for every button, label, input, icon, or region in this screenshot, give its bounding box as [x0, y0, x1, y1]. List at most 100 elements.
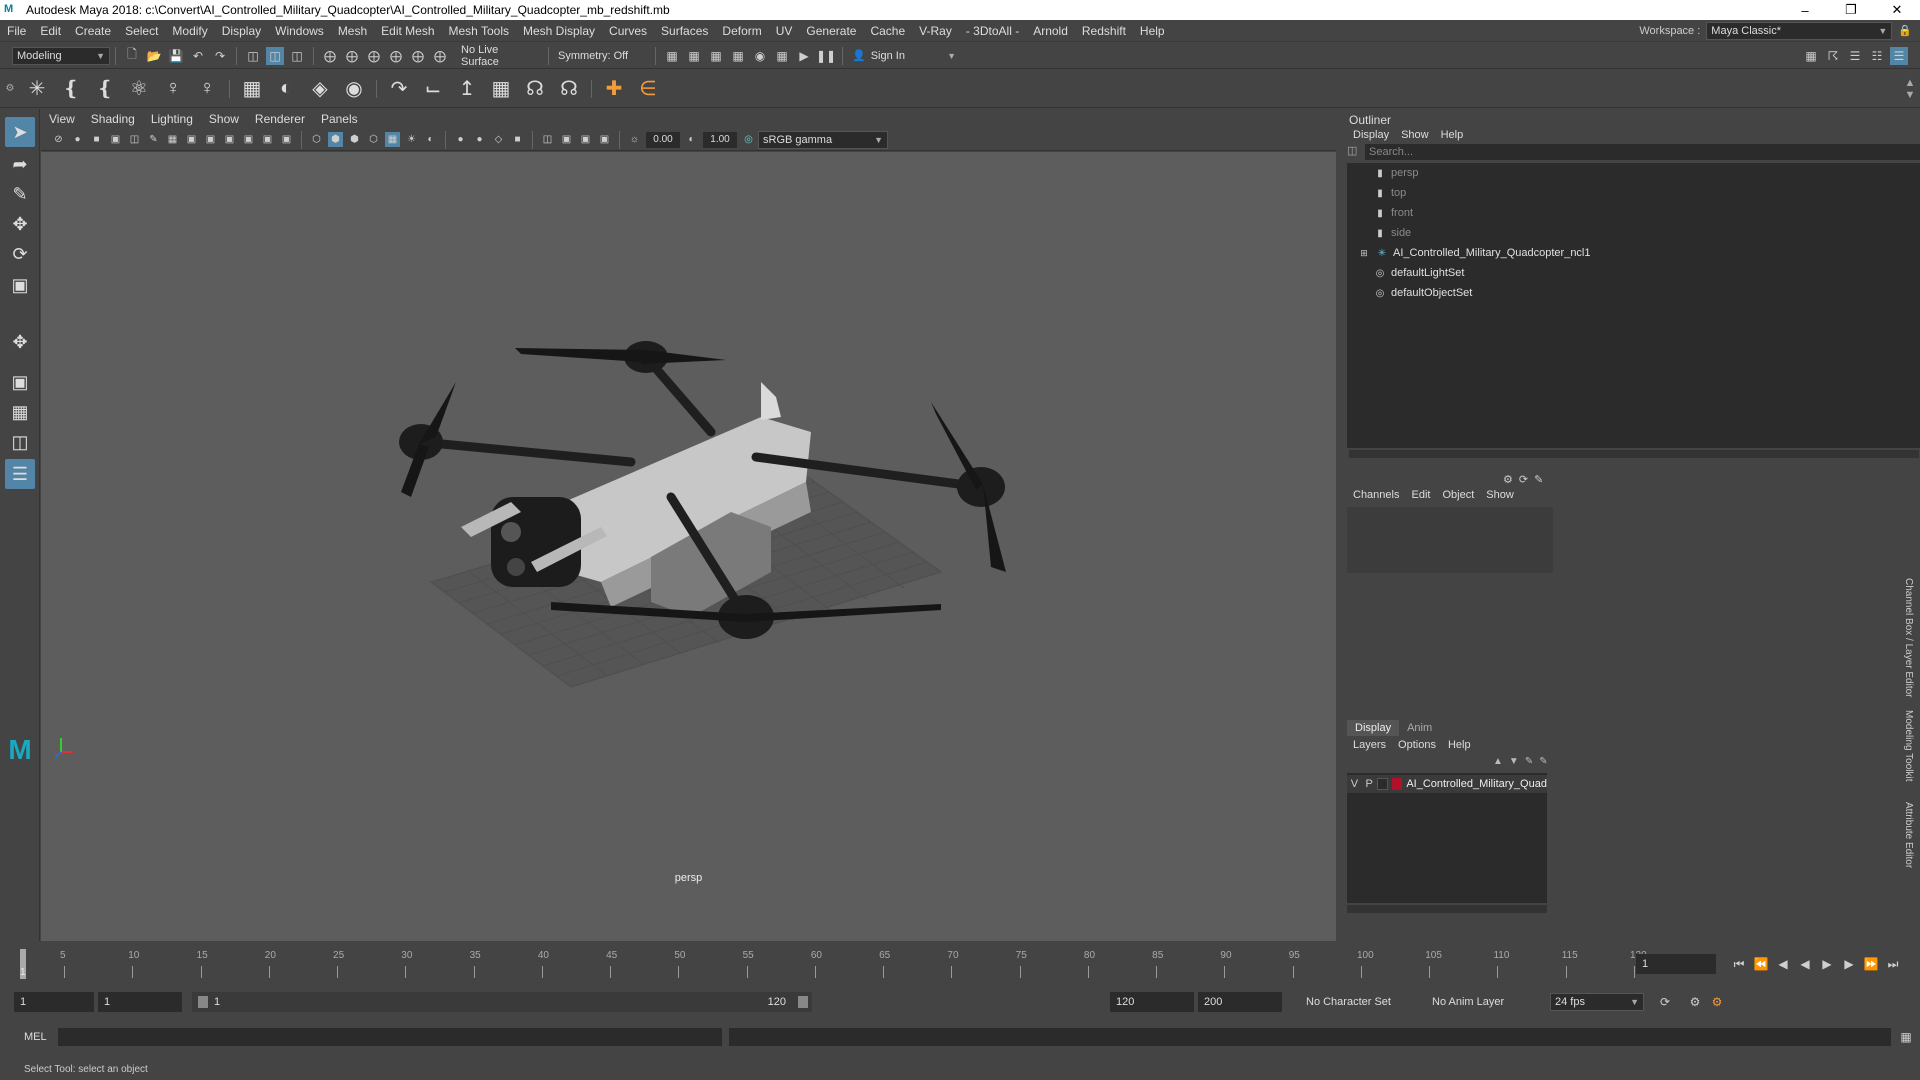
panel-menu-show[interactable]: Show: [201, 112, 247, 126]
shelf-tool-16-icon[interactable]: ☊: [555, 75, 583, 103]
undo-icon[interactable]: ↶: [189, 47, 207, 65]
command-language-label[interactable]: MEL: [0, 1031, 58, 1043]
layer-playback-toggle[interactable]: P: [1362, 778, 1377, 790]
move-tool-icon[interactable]: ✥: [5, 209, 35, 239]
channel-menu-edit[interactable]: Edit: [1405, 489, 1436, 501]
render-settings-icon[interactable]: ▦: [729, 47, 747, 65]
shelf-tool-14-icon[interactable]: ▦: [487, 75, 515, 103]
render-view-icon[interactable]: ▦: [663, 47, 681, 65]
shelf-tool-4-icon[interactable]: ⚛: [125, 75, 153, 103]
shelf-tool-5-icon[interactable]: ♀: [159, 75, 187, 103]
current-frame-field[interactable]: 1: [1636, 954, 1716, 974]
range-end-handle[interactable]: [798, 996, 808, 1008]
tab-modeling-toolkit[interactable]: Modeling Toolkit: [1903, 710, 1914, 782]
menu-file[interactable]: File: [0, 24, 33, 38]
snap-grid-icon[interactable]: ⨁: [321, 47, 339, 65]
screen-space-ao-icon[interactable]: ●: [453, 132, 468, 147]
film-gate-icon[interactable]: ▣: [184, 132, 199, 147]
step-back-frame-icon[interactable]: ◀: [1774, 955, 1792, 973]
exposure-icon[interactable]: ☼: [627, 132, 642, 147]
shelf-tool-3-icon[interactable]: ❴: [91, 75, 119, 103]
playback-end-field[interactable]: 120: [1110, 992, 1194, 1012]
character-controls-icon[interactable]: ☈: [1824, 47, 1842, 65]
smooth-shade-icon[interactable]: ⬢: [328, 132, 343, 147]
panel-menu-shading[interactable]: Shading: [83, 112, 143, 126]
layout-two-icon[interactable]: ◫: [5, 427, 35, 457]
symmetry-dropdown[interactable]: Symmetry: Off: [554, 46, 650, 65]
shelf-tool-11-icon[interactable]: ↷: [385, 75, 413, 103]
outliner-menu-show[interactable]: Show: [1395, 129, 1435, 141]
isolate-select-icon[interactable]: ◫: [540, 132, 555, 147]
use-all-lights-icon[interactable]: ☀: [404, 132, 419, 147]
menu-mesh-display[interactable]: Mesh Display: [516, 24, 602, 38]
list-item[interactable]: ◎ defaultObjectSet: [1373, 285, 1473, 301]
move-layer-up-icon[interactable]: ▲: [1493, 756, 1503, 767]
menu-arnold[interactable]: Arnold: [1026, 24, 1075, 38]
fps-dropdown[interactable]: 24 fps ▼: [1550, 993, 1644, 1011]
redshift-render-icon[interactable]: ▦: [773, 47, 791, 65]
tab-attribute-editor[interactable]: Attribute Editor: [1903, 802, 1914, 868]
textured-icon[interactable]: ▦: [385, 132, 400, 147]
layer-menu-help[interactable]: Help: [1442, 739, 1477, 751]
select-component-icon[interactable]: ◫: [288, 47, 306, 65]
range-start-handle[interactable]: [198, 996, 208, 1008]
select-tool-icon[interactable]: ➤: [5, 117, 35, 147]
xray-joints-icon[interactable]: ▣: [578, 132, 593, 147]
rotate-tool-icon[interactable]: ⟳: [5, 239, 35, 269]
channel-box-icon[interactable]: ☰: [1890, 46, 1908, 65]
list-item[interactable]: ▮ top: [1373, 185, 1406, 201]
shelf-scroll-icon[interactable]: ▲ ▼: [1900, 77, 1920, 101]
wireframe-icon[interactable]: ⬡: [309, 132, 324, 147]
show-manipulator-icon[interactable]: ✥: [5, 327, 35, 357]
menu-create[interactable]: Create: [68, 24, 118, 38]
new-layer-selected-icon[interactable]: ✎: [1539, 756, 1547, 767]
xray-active-icon[interactable]: ▣: [597, 132, 612, 147]
live-surface-field[interactable]: No Live Surface: [457, 44, 543, 68]
shelf-tool-7-icon[interactable]: ▦: [238, 75, 266, 103]
range-slider[interactable]: 1 120: [192, 992, 812, 1012]
shadows-icon[interactable]: ◐: [423, 132, 438, 147]
channel-menu-object[interactable]: Object: [1436, 489, 1480, 501]
play-forwards-icon[interactable]: ▶: [1818, 955, 1836, 973]
start-time-field[interactable]: 1: [14, 992, 94, 1012]
expand-icon[interactable]: ⊞: [1357, 246, 1371, 260]
shelf-tool-10-icon[interactable]: ◉: [340, 75, 368, 103]
shelf-tool-12-icon[interactable]: ⌙: [419, 75, 447, 103]
shelf-tool-9-icon[interactable]: ◈: [306, 75, 334, 103]
image-plane-icon[interactable]: ▣: [108, 132, 123, 147]
maximize-button[interactable]: ❐: [1828, 0, 1874, 20]
layout-four-icon[interactable]: ▦: [5, 397, 35, 427]
menu-edit-mesh[interactable]: Edit Mesh: [374, 24, 441, 38]
safe-title-icon[interactable]: ▣: [279, 132, 294, 147]
list-item[interactable]: ▮ front: [1373, 205, 1413, 221]
save-scene-icon[interactable]: 💾: [167, 47, 185, 65]
layout-single-icon[interactable]: ▣: [5, 367, 35, 397]
go-to-end-icon[interactable]: ⏭: [1884, 955, 1902, 973]
camera-attributes-icon[interactable]: ●: [70, 132, 85, 147]
render-frame-icon[interactable]: ▦: [685, 47, 703, 65]
gamma-icon[interactable]: ◐: [684, 132, 699, 147]
menu-modify[interactable]: Modify: [165, 24, 214, 38]
menu-curves[interactable]: Curves: [602, 24, 654, 38]
command-input[interactable]: [58, 1028, 722, 1046]
panel-menu-lighting[interactable]: Lighting: [143, 112, 201, 126]
list-item[interactable]: ▮ persp: [1373, 165, 1418, 181]
pause-icon[interactable]: ❚❚: [816, 47, 836, 65]
menu-display[interactable]: Display: [215, 24, 268, 38]
grid-toggle-icon[interactable]: ▦: [165, 132, 180, 147]
layer-color-swatch[interactable]: [1392, 778, 1403, 790]
menu-windows[interactable]: Windows: [268, 24, 331, 38]
step-back-key-icon[interactable]: ⏪: [1752, 955, 1770, 973]
layer-display-type[interactable]: [1376, 778, 1389, 790]
motion-blur-icon[interactable]: ●: [472, 132, 487, 147]
snap-view-plane-icon[interactable]: ⨁: [387, 47, 405, 65]
color-management-icon[interactable]: ◎: [741, 132, 756, 147]
scale-tool-icon[interactable]: ▣: [5, 270, 35, 300]
grease-pencil-icon[interactable]: ✎: [146, 132, 161, 147]
menu-cache[interactable]: Cache: [863, 24, 912, 38]
channel-refresh-icon[interactable]: ⟳: [1519, 473, 1528, 486]
channel-settings-icon[interactable]: ⚙: [1503, 473, 1513, 486]
auto-key-icon[interactable]: ⚙: [1686, 993, 1704, 1011]
shelf-tool-17-icon[interactable]: ✚: [600, 75, 628, 103]
default-material-icon[interactable]: ⬢: [347, 132, 362, 147]
